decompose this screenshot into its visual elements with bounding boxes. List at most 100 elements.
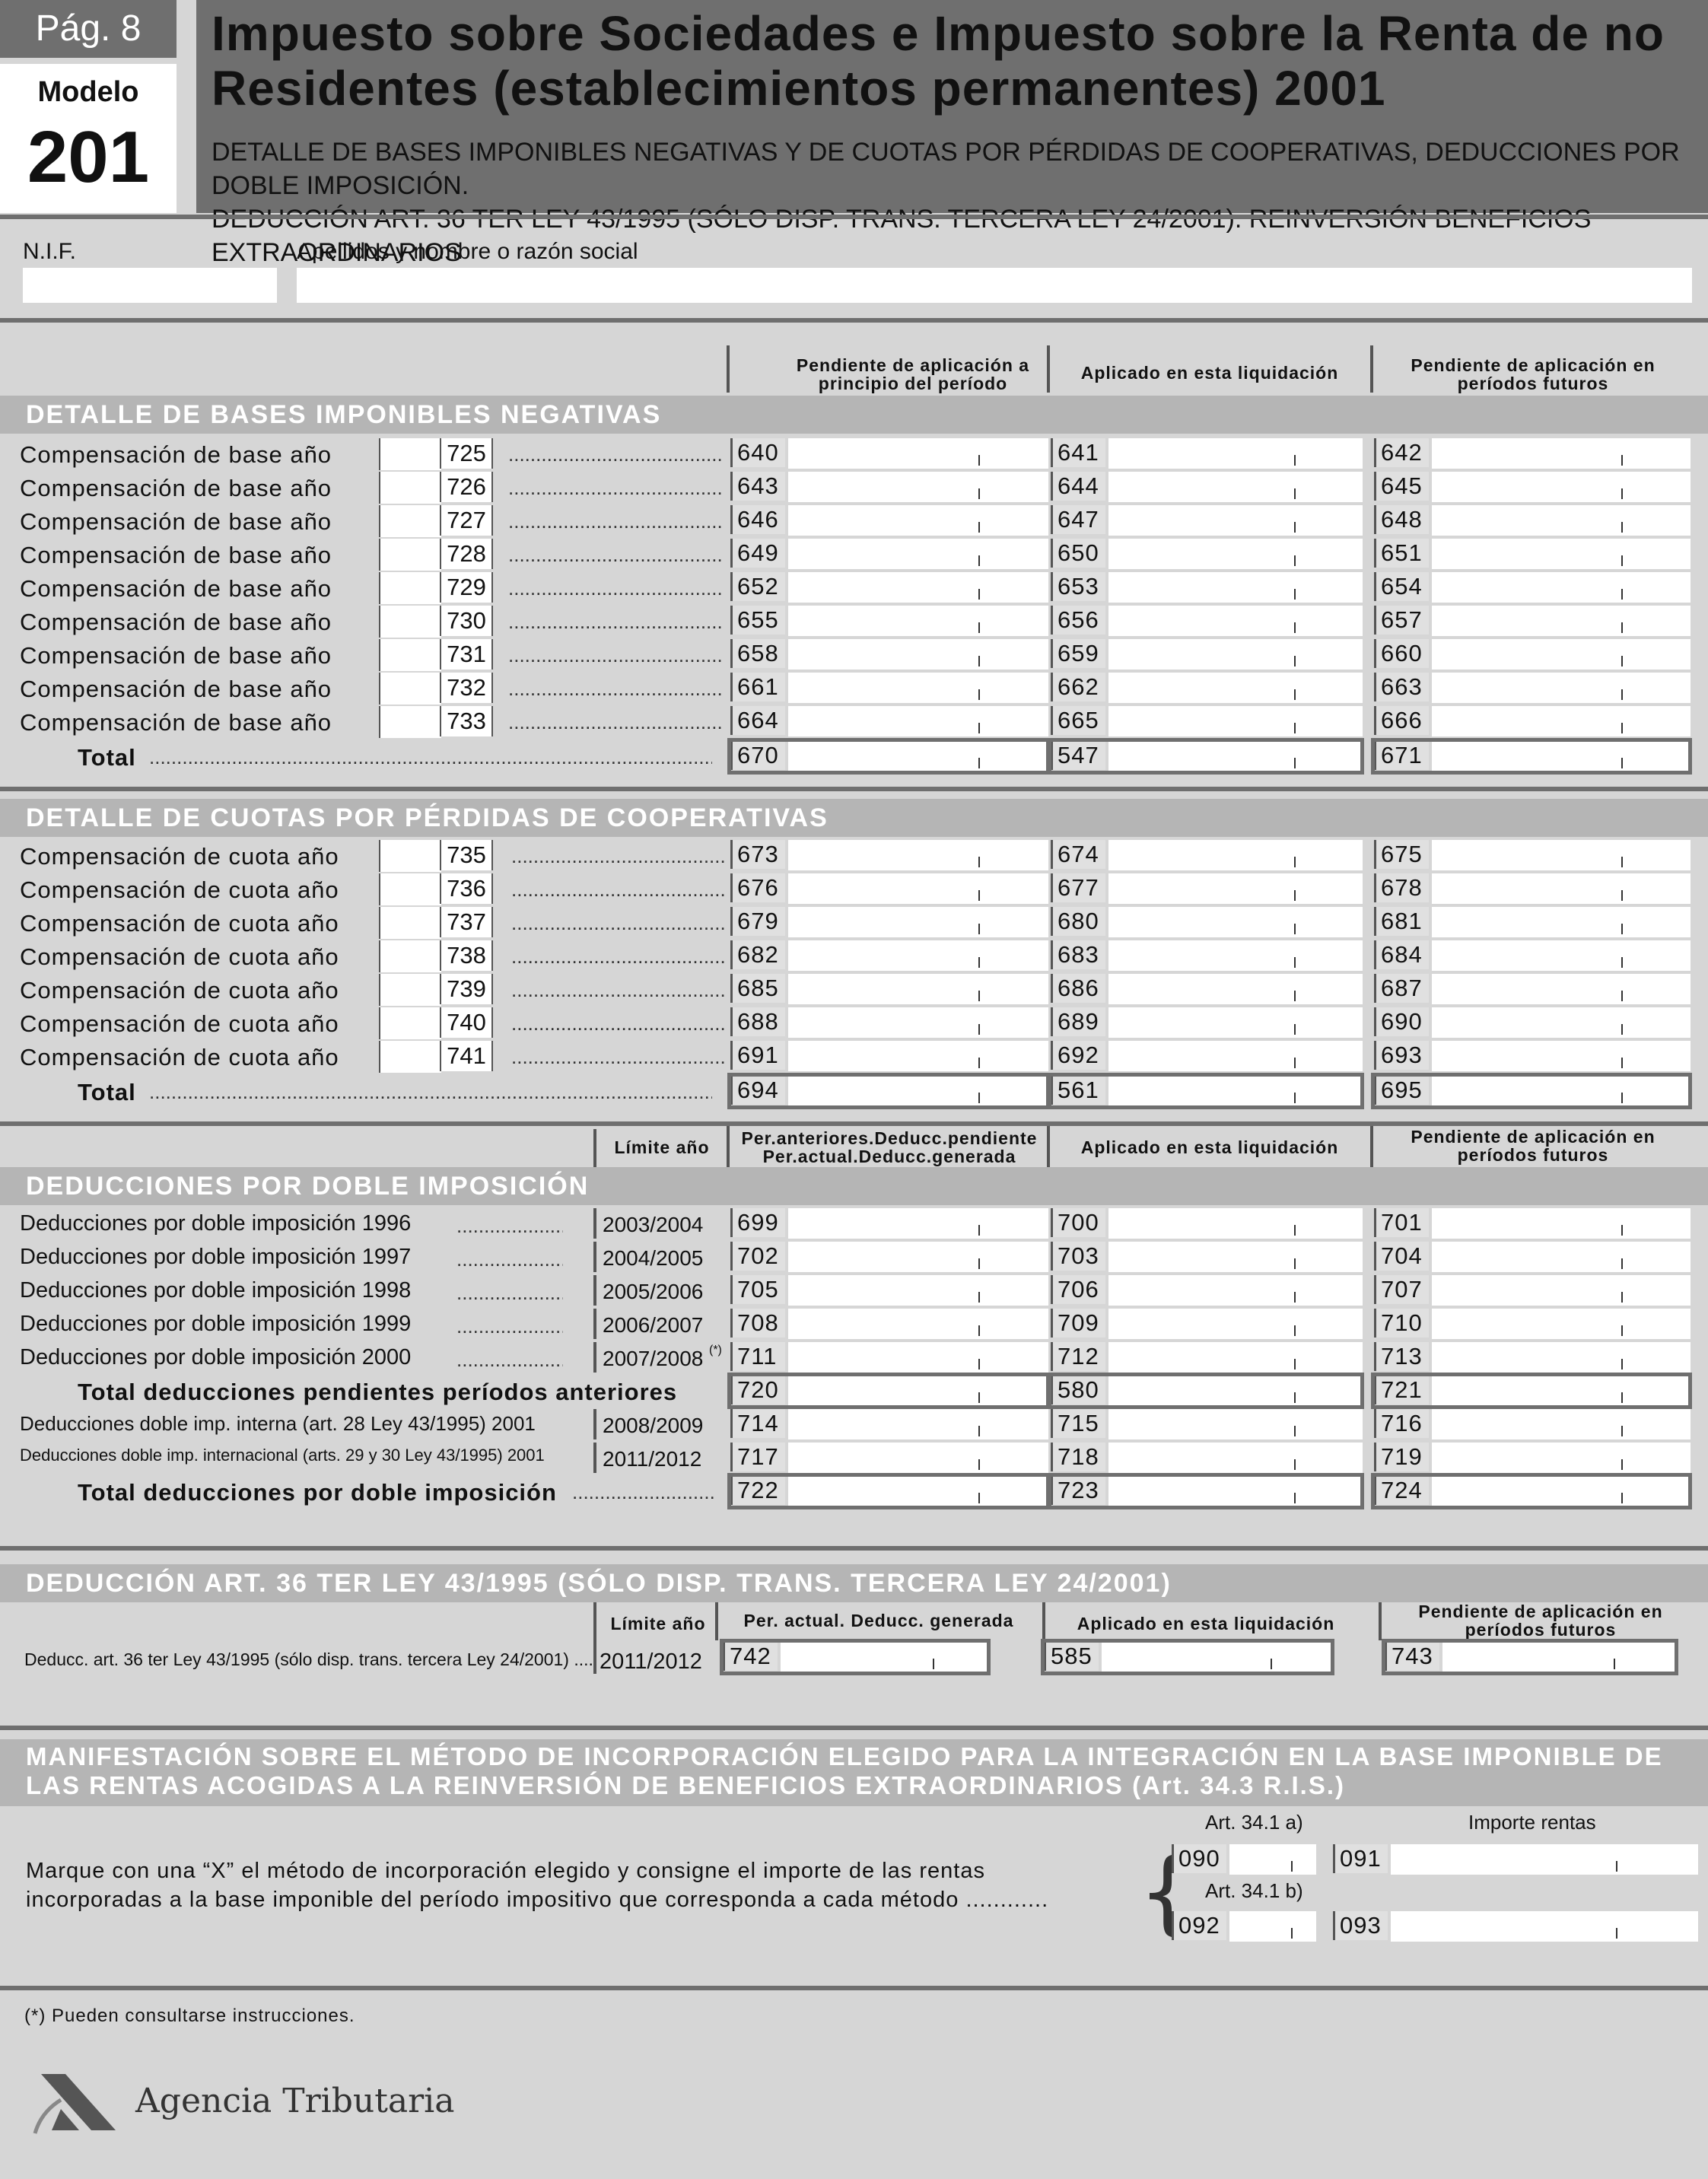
- bases-c3-input[interactable]: [1432, 572, 1691, 603]
- tick-mark: [1294, 622, 1296, 633]
- doble-row-c2-input[interactable]: [1108, 1275, 1363, 1306]
- cuotas-c3-input[interactable]: [1432, 873, 1691, 904]
- bases-c2-input[interactable]: [1108, 438, 1363, 469]
- bases-year-code: 730: [440, 606, 493, 636]
- bases-c1-input[interactable]: [788, 539, 1048, 569]
- name-input[interactable]: [297, 268, 1692, 303]
- cuotas-year-input[interactable]: [379, 873, 441, 905]
- cuotas-c3-input[interactable]: [1432, 840, 1691, 870]
- cuotas-c3-input[interactable]: [1432, 940, 1691, 971]
- bases-year-input[interactable]: [379, 472, 441, 504]
- doble-extra-row-c3-input[interactable]: [1432, 1443, 1691, 1473]
- cuotas-c2-input[interactable]: [1108, 940, 1363, 971]
- doble-row-c2-input[interactable]: [1108, 1208, 1363, 1239]
- bases-year-input[interactable]: [379, 706, 441, 738]
- doble-extra-row-c1-input[interactable]: [788, 1409, 1048, 1439]
- tick-mark: [978, 522, 980, 533]
- bases-c1-input[interactable]: [788, 639, 1048, 670]
- cuotas-c1-input[interactable]: [788, 840, 1048, 870]
- cuotas-year-input[interactable]: [379, 1007, 441, 1039]
- total-frame: [1371, 1473, 1692, 1509]
- bases-c3-input[interactable]: [1432, 673, 1691, 703]
- cuotas-c1-input[interactable]: [788, 940, 1048, 971]
- cuotas-c3-input[interactable]: [1432, 1041, 1691, 1071]
- bases-c3-input[interactable]: [1432, 505, 1691, 536]
- cuotas-c3-input[interactable]: [1432, 907, 1691, 937]
- bases-c1-input[interactable]: [788, 706, 1048, 736]
- cuotas-c2-input[interactable]: [1108, 840, 1363, 870]
- cuotas-c2-input[interactable]: [1108, 873, 1363, 904]
- cuotas-c3-input[interactable]: [1432, 1007, 1691, 1038]
- doble-row-c1-input[interactable]: [788, 1242, 1048, 1272]
- doble-row-c3-input[interactable]: [1432, 1275, 1691, 1306]
- bases-c2-input[interactable]: [1108, 606, 1363, 636]
- cuotas-c1-input[interactable]: [788, 1041, 1048, 1071]
- total-frame: [1048, 1373, 1364, 1409]
- doble-row-c3-input[interactable]: [1432, 1242, 1691, 1272]
- leader-dots: ..........................: [456, 1281, 563, 1304]
- cuotas-year-input[interactable]: [379, 974, 441, 1006]
- cuotas-c3-input[interactable]: [1432, 974, 1691, 1004]
- doble-extra-row-c3-input[interactable]: [1432, 1409, 1691, 1439]
- cuotas-c1-input[interactable]: [788, 974, 1048, 1004]
- bases-year-input[interactable]: [379, 606, 441, 638]
- bases-year-input[interactable]: [379, 505, 441, 537]
- doble-row-c2-input[interactable]: [1108, 1342, 1363, 1373]
- bases-c1-input[interactable]: [788, 673, 1048, 703]
- bases-c1-input[interactable]: [788, 438, 1048, 469]
- bases-c2-input[interactable]: [1108, 472, 1363, 502]
- doble-row-c3-input[interactable]: [1432, 1309, 1691, 1339]
- doble-extra-row-c2-input[interactable]: [1108, 1409, 1363, 1439]
- manif-field-4-input[interactable]: [1391, 1911, 1698, 1942]
- cuotas-c2-input[interactable]: [1108, 1041, 1363, 1071]
- doble-row-c2-input[interactable]: [1108, 1242, 1363, 1272]
- nif-input[interactable]: [23, 268, 277, 303]
- doble-row-c1-input[interactable]: [788, 1208, 1048, 1239]
- bases-c3-input[interactable]: [1432, 438, 1691, 469]
- manif-field-1-input[interactable]: [1229, 1844, 1316, 1875]
- doble-row-c1-input[interactable]: [788, 1309, 1048, 1339]
- cuotas-c1-input[interactable]: [788, 907, 1048, 937]
- bases-c1-input[interactable]: [788, 606, 1048, 636]
- bases-c1-input[interactable]: [788, 505, 1048, 536]
- doble-extra-row-c1-input[interactable]: [788, 1443, 1048, 1473]
- bases-c3-input[interactable]: [1432, 639, 1691, 670]
- manif-field-3-input[interactable]: [1229, 1911, 1316, 1942]
- bases-c2-input[interactable]: [1108, 505, 1363, 536]
- bases-c2-input[interactable]: [1108, 706, 1363, 736]
- bases-year-input[interactable]: [379, 673, 441, 705]
- bases-c2-input[interactable]: [1108, 673, 1363, 703]
- cuotas-c1-input[interactable]: [788, 1007, 1048, 1038]
- bases-year-input[interactable]: [379, 438, 441, 470]
- doble-row-c1-input[interactable]: [788, 1275, 1048, 1306]
- bases-c1-input[interactable]: [788, 572, 1048, 603]
- leader-dots: ........................................…: [508, 543, 721, 566]
- bases-year-code: 733: [440, 706, 493, 736]
- doble-row-c3-input[interactable]: [1432, 1208, 1691, 1239]
- bases-c3-input[interactable]: [1432, 472, 1691, 502]
- bases-year-input[interactable]: [379, 572, 441, 604]
- cuotas-year-input[interactable]: [379, 907, 441, 939]
- cuotas-c1-input[interactable]: [788, 873, 1048, 904]
- bases-year-input[interactable]: [379, 639, 441, 671]
- bases-c3-input[interactable]: [1432, 606, 1691, 636]
- cuotas-c2-input[interactable]: [1108, 1007, 1363, 1038]
- cuotas-year-input[interactable]: [379, 1041, 441, 1073]
- bases-c1-input[interactable]: [788, 472, 1048, 502]
- bases-c3-input[interactable]: [1432, 539, 1691, 569]
- bases-c2-input[interactable]: [1108, 572, 1363, 603]
- bases-c2-input[interactable]: [1108, 539, 1363, 569]
- doble-row-c2-input[interactable]: [1108, 1309, 1363, 1339]
- doble-row-c1-input[interactable]: [788, 1342, 1048, 1373]
- manif-field-2-input[interactable]: [1391, 1844, 1698, 1875]
- doble-extra-row-limit: 2011/2012: [603, 1447, 702, 1471]
- cuotas-c2-input[interactable]: [1108, 907, 1363, 937]
- cuotas-c2-input[interactable]: [1108, 974, 1363, 1004]
- cuotas-year-input[interactable]: [379, 840, 441, 872]
- doble-row-c3-input[interactable]: [1432, 1342, 1691, 1373]
- bases-c3-input[interactable]: [1432, 706, 1691, 736]
- bases-c2-input[interactable]: [1108, 639, 1363, 670]
- bases-year-input[interactable]: [379, 539, 441, 571]
- doble-extra-row-c2-input[interactable]: [1108, 1443, 1363, 1473]
- cuotas-year-input[interactable]: [379, 940, 441, 972]
